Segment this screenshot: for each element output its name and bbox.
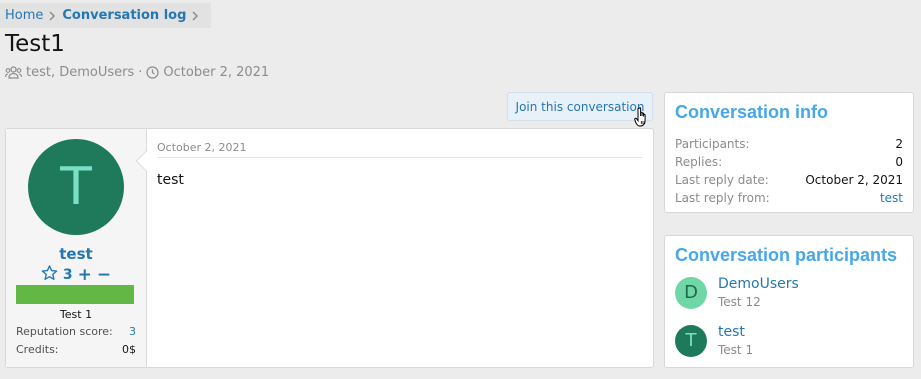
participant-item: T test Test 1 [675,324,753,357]
chevron-right-icon [192,10,199,21]
chevron-right-icon [49,10,56,21]
reputation-plus-button[interactable]: + [78,265,92,285]
reputation-bar-fill [16,285,134,304]
join-conversation-button[interactable]: Join this conversation [507,92,653,121]
info-value: October 2, 2021 [805,173,903,187]
clock-icon [146,66,160,79]
stat-reputation-score: Reputation score: 3 [16,325,136,338]
info-value-link[interactable]: test [880,189,903,207]
stat-label: Reputation score: [16,325,113,338]
reputation-row: 3 + − [6,265,146,285]
users-icon [5,66,22,79]
reputation-count: 3 [62,267,73,283]
participant-title: Test 12 [718,295,761,309]
message-user-cell: T test 3 + − Test 1 Reputation score: 3 … [6,129,159,367]
info-value: 2 [895,137,903,151]
info-row-last-reply-date: Last reply date: October 2, 2021 [675,171,903,189]
participants-text[interactable]: test, DemoUsers [26,65,134,80]
info-rows: Participants: 2 Replies: 0 Last reply da… [665,123,913,207]
stat-value: 0$ [122,343,136,356]
star-icon [41,265,58,285]
avatar[interactable]: D [675,276,707,309]
block-title: Conversation participants [675,245,898,265]
stat-value[interactable]: 3 [129,325,136,338]
message-date[interactable]: October 2, 2021 [157,141,643,158]
avatar[interactable]: T [28,139,124,235]
avatar[interactable]: T [675,324,707,357]
message-body: test [157,172,184,188]
breadcrumb-conversation-log[interactable]: Conversation log [62,8,186,23]
reputation-minus-button[interactable]: − [97,265,111,285]
stat-credits: Credits: 0$ [16,343,136,356]
info-label: Last reply from: [675,191,770,205]
message-main: October 2, 2021 test [147,129,653,367]
conversation-info-block: Conversation info Participants: 2 Replie… [664,92,914,213]
participant-name[interactable]: DemoUsers [718,276,799,292]
reputation-bar [16,285,134,304]
page-title: Test1 [5,31,65,57]
conversation-participants-block: Conversation participants D DemoUsers Te… [664,235,914,368]
participant-details: DemoUsers Test 12 [718,276,799,309]
user-title: Test 1 [59,308,93,321]
participant-title: Test 1 [718,343,754,357]
info-label: Last reply date: [675,173,769,187]
info-row-last-reply-from: Last reply from: test [675,189,903,207]
block-title: Conversation info [675,102,829,122]
info-row-participants: Participants: 2 [675,135,903,153]
conversation-meta: test, DemoUsers · October 2, 2021 [5,65,269,80]
message-username[interactable]: test [6,245,146,263]
conversation-date: October 2, 2021 [163,65,270,80]
breadcrumb-home[interactable]: Home [5,8,43,23]
participant-item: D DemoUsers Test 12 [675,276,799,309]
info-label: Replies: [675,155,723,169]
message: T test 3 + − Test 1 Reputation score: 3 … [5,128,654,368]
participant-name[interactable]: test [718,324,753,340]
breadcrumb: Home Conversation log [0,3,212,28]
info-label: Participants: [675,137,750,151]
meta-separator: · [138,65,143,80]
participant-details: test Test 1 [718,324,753,357]
info-value: 0 [895,155,903,169]
info-row-replies: Replies: 0 [675,153,903,171]
stat-label: Credits: [16,343,59,356]
